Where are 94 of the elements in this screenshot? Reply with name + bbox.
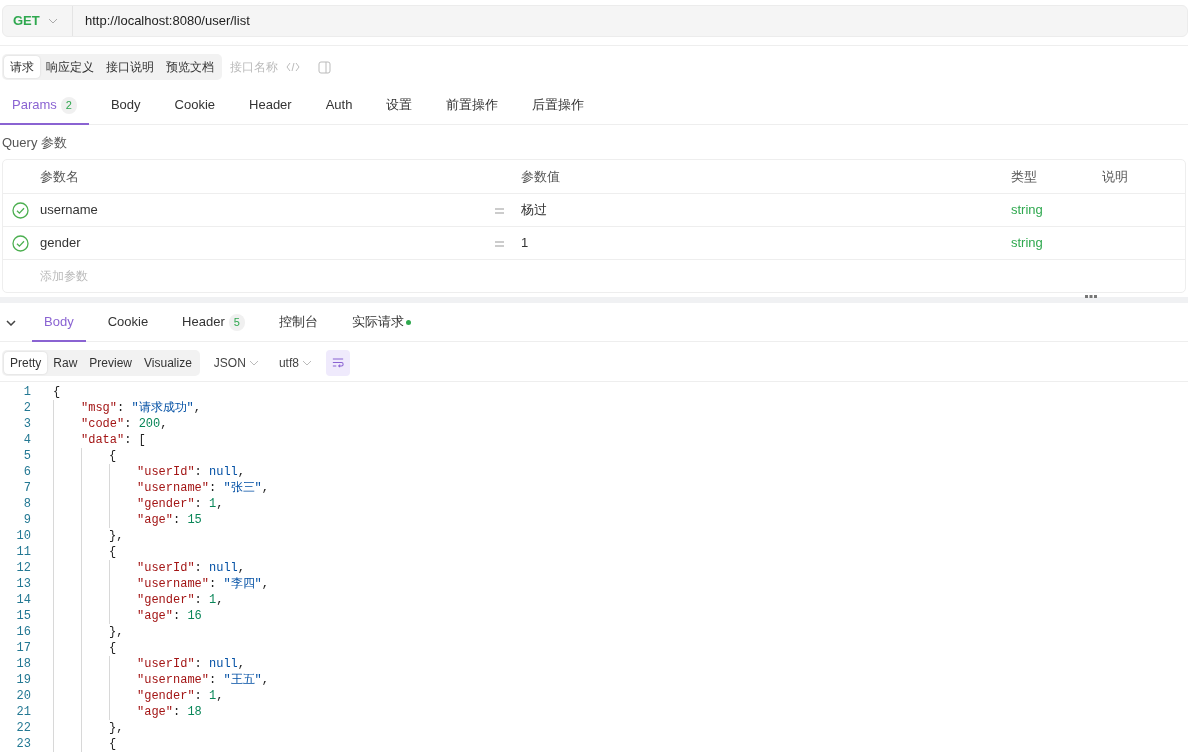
request-tab[interactable]: 前置操作	[434, 88, 511, 125]
count-badge: 5	[228, 314, 245, 331]
line-number: 21	[15, 703, 31, 720]
column-header: 参数值	[521, 168, 560, 184]
line-number: 14	[15, 591, 31, 608]
code-line: "age": 15	[137, 511, 202, 528]
line-number: 5	[22, 447, 31, 464]
line-number: 1	[22, 383, 31, 400]
param-name[interactable]: gender	[40, 235, 81, 251]
code-line: "userId": null,	[137, 463, 246, 480]
request-tab[interactable]: Cookie	[162, 88, 228, 125]
column-header: 类型	[1011, 168, 1037, 184]
code-line: },	[109, 719, 124, 736]
code-line: "msg": "请求成功",	[81, 399, 202, 416]
line-number: 19	[15, 671, 31, 688]
response-tab[interactable]: Cookie	[95, 305, 161, 342]
param-value[interactable]: 1	[521, 235, 529, 251]
code-line: "gender": 1,	[137, 591, 224, 608]
code-line: "userId": null,	[137, 655, 246, 672]
code-line: },	[109, 623, 124, 640]
encoding-dropdown[interactable]: utf8	[272, 352, 318, 373]
code-line: "age": 18	[137, 703, 202, 720]
line-number: 12	[15, 559, 31, 576]
request-tab[interactable]: Header	[237, 88, 304, 125]
format-dropdown[interactable]: JSON	[207, 352, 265, 373]
code-line: {	[109, 543, 117, 560]
caret-icon	[47, 18, 58, 24]
line-number: 11	[15, 543, 31, 560]
request-tab[interactable]: 设置	[374, 88, 425, 125]
doc-tab[interactable]: 请求	[4, 56, 40, 78]
line-number: 22	[15, 719, 31, 736]
response-tab[interactable]: 实际请求	[339, 305, 423, 342]
response-tab[interactable]: Body	[32, 305, 86, 342]
code-line: "userId": null,	[137, 559, 246, 576]
param-name[interactable]: username	[40, 202, 98, 218]
panel-icon[interactable]	[318, 60, 331, 74]
line-number: 23	[15, 735, 31, 752]
code-line: "data": [	[81, 431, 146, 448]
view-mode-tab[interactable]: Visualize	[138, 351, 198, 374]
request-tab[interactable]: Auth	[313, 88, 365, 125]
response-tab[interactable]: 控制台	[266, 305, 330, 342]
wrap-button[interactable]	[325, 349, 350, 376]
code-line: {	[109, 639, 117, 656]
code-icon[interactable]	[286, 62, 300, 72]
line-number: 3	[22, 415, 31, 432]
column-header: 参数名	[40, 168, 79, 184]
code-line: "code": 200,	[81, 415, 168, 432]
line-number: 2	[22, 399, 31, 416]
code-line: "gender": 1,	[137, 495, 224, 512]
code-line: {	[109, 735, 117, 752]
section-label: Query 参数	[1, 133, 68, 152]
view-mode-tab[interactable]: Preview	[83, 351, 139, 374]
line-number: 13	[15, 575, 31, 592]
line-number: 10	[15, 527, 31, 544]
line-number: 4	[22, 431, 31, 448]
column-header: 说明	[1102, 168, 1128, 184]
drag-handle-icon[interactable]	[1085, 295, 1097, 298]
code-line: "username": "王五",	[137, 671, 270, 688]
line-number: 15	[15, 607, 31, 624]
response-tab[interactable]: Header 5	[170, 305, 257, 342]
check-circle-icon[interactable]	[12, 202, 29, 220]
code-line: "username": "李四",	[137, 575, 270, 592]
check-circle-icon[interactable]	[12, 235, 29, 253]
equals-icon	[495, 240, 504, 247]
code-line: {	[109, 447, 117, 464]
code-line: "gender": 1,	[137, 687, 224, 704]
view-mode-tab[interactable]: Raw	[47, 351, 84, 374]
line-number: 17	[15, 639, 31, 656]
line-number: 18	[15, 655, 31, 672]
request-tab[interactable]: Params 2	[0, 88, 89, 125]
request-tab[interactable]: Body	[98, 88, 153, 125]
line-number: 9	[22, 511, 31, 528]
doc-tab[interactable]: 响应定义	[40, 56, 100, 78]
line-number: 16	[15, 623, 31, 640]
url-field[interactable]: http://localhost:8080/user/list	[73, 11, 250, 31]
doc-tab[interactable]: 接口说明	[100, 56, 160, 78]
line-number: 6	[22, 463, 31, 480]
line-number: 8	[22, 495, 31, 512]
caret-icon	[301, 360, 312, 367]
view-mode-tab[interactable]: Pretty	[4, 351, 48, 374]
param-value[interactable]: 杨过	[521, 202, 547, 218]
equals-icon	[495, 207, 504, 214]
count-badge: 2	[60, 97, 77, 114]
request-tab[interactable]: 后置操作	[520, 88, 597, 125]
doc-tab[interactable]: 预览文档	[160, 56, 220, 78]
code-line: "username": "张三",	[137, 479, 270, 496]
chevron-down-icon[interactable]	[6, 319, 16, 326]
line-number: 20	[15, 687, 31, 704]
code-line: },	[109, 527, 124, 544]
wrap-icon	[331, 357, 344, 368]
code-line: "age": 16	[137, 607, 202, 624]
line-number: 7	[22, 479, 31, 496]
code-line: {	[53, 383, 61, 400]
caret-icon	[248, 360, 259, 367]
